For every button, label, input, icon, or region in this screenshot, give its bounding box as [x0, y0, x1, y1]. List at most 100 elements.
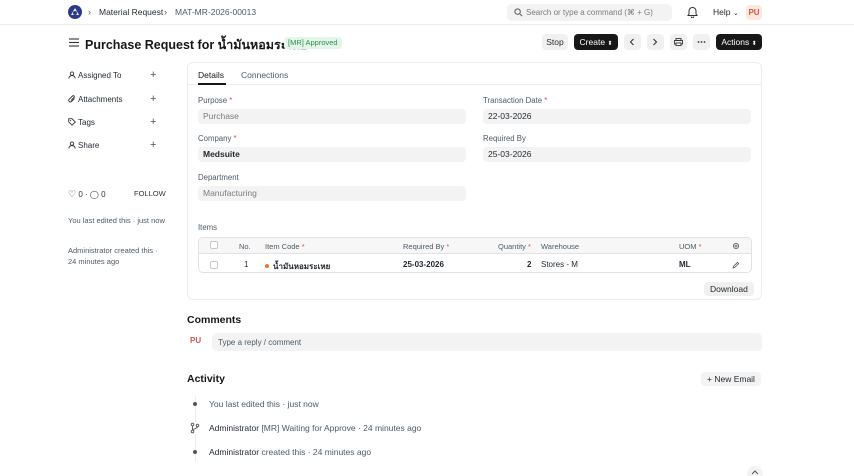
- gear-icon[interactable]: [732, 242, 740, 250]
- department-label: Department: [198, 173, 239, 182]
- chevron-down-icon: ⌄: [732, 10, 739, 17]
- column-warehouse: Warehouse: [541, 242, 580, 251]
- column-item-code-text: Item Code: [265, 242, 300, 251]
- top-navbar: › Material Request › MAT-MR-2026-00013 S…: [0, 0, 854, 25]
- row-checkbox[interactable]: [210, 261, 218, 269]
- actions-button[interactable]: Actions ⬍: [716, 34, 762, 50]
- help-label: Help: [713, 7, 731, 17]
- activity-text: [MR] Waiting for Approve · 24 minutes ag…: [259, 423, 422, 433]
- activity-entry: Administrator created this · 24 minutes …: [209, 447, 371, 457]
- company-field[interactable]: Medsuite: [198, 147, 466, 162]
- sidebar-item-share[interactable]: Share: [68, 141, 99, 150]
- chevron-right-icon: ›: [88, 7, 91, 17]
- sidebar-item-label: Share: [78, 141, 100, 150]
- transaction-date-field[interactable]: 22-03-2026: [483, 109, 751, 124]
- hamburger-menu-icon[interactable]: [69, 38, 79, 47]
- transaction-date-label-text: Transaction Date: [483, 96, 543, 105]
- sidebar-item-attachments[interactable]: Attachments: [68, 95, 122, 104]
- purpose-field[interactable]: Purchase: [198, 109, 466, 124]
- more-options-button[interactable]: [693, 34, 710, 50]
- share-icon: [68, 141, 76, 149]
- scroll-to-top-button[interactable]: [747, 466, 763, 476]
- activity-entry: You last edited this · just now: [209, 399, 319, 409]
- search-bar[interactable]: Search or type a command (⌘ + G): [507, 4, 672, 21]
- stop-button[interactable]: Stop: [542, 34, 568, 50]
- user-avatar[interactable]: PU: [746, 5, 762, 20]
- edit-pencil-icon[interactable]: [732, 261, 740, 269]
- company-label-text: Company: [198, 134, 232, 143]
- transaction-date-label: Transaction Date *: [483, 96, 548, 105]
- cell-item-code-text: น้ำมันหอมระเหย: [273, 262, 331, 271]
- previous-doc-button[interactable]: [624, 34, 641, 50]
- status-dot-icon: [265, 264, 269, 268]
- chevron-left-icon: [629, 38, 634, 46]
- add-attachment-icon[interactable]: +: [150, 93, 156, 105]
- breadcrumb-document-id[interactable]: MAT-MR-2026-00013: [175, 7, 256, 17]
- create-label: Create: [579, 37, 606, 47]
- app-logo-icon[interactable]: [67, 4, 83, 20]
- cell-uom[interactable]: ML: [679, 260, 691, 269]
- activity-title: Activity: [187, 373, 225, 385]
- purpose-label: Purpose *: [198, 96, 233, 105]
- search-input[interactable]: Search or type a command (⌘ + G): [526, 8, 653, 17]
- department-field[interactable]: Manufacturing: [198, 186, 466, 201]
- paperclip-icon: [68, 95, 75, 103]
- help-dropdown[interactable]: Help ⌄: [713, 7, 739, 17]
- add-tag-icon[interactable]: +: [150, 116, 156, 128]
- breadcrumb-material-request[interactable]: Material Request: [99, 7, 163, 17]
- updown-icon: ⬍: [607, 41, 613, 47]
- search-icon: [514, 8, 523, 17]
- cell-quantity[interactable]: 2: [527, 260, 531, 269]
- created-note: Administrator created this · 24 minutes …: [68, 246, 158, 266]
- print-button[interactable]: [670, 34, 687, 50]
- cell-item-code[interactable]: น้ำมันหอมระเหย: [265, 260, 331, 272]
- comment-icon[interactable]: ◯: [90, 190, 99, 199]
- column-uom-text: UOM: [679, 242, 697, 251]
- tab-connections[interactable]: Connections: [241, 70, 288, 80]
- likes-comments-counter: ♡ 0 · ◯ 0: [68, 189, 106, 199]
- activity-text: You last edited this · just now: [209, 399, 319, 409]
- tab-details[interactable]: Details: [198, 70, 224, 80]
- timeline-dot: [193, 402, 197, 406]
- select-all-checkbox[interactable]: [210, 241, 218, 249]
- comments-count: 0: [101, 190, 106, 199]
- create-button[interactable]: Create ⬍: [574, 34, 618, 50]
- download-button[interactable]: Download: [704, 282, 754, 296]
- chevron-right-icon: [653, 38, 658, 46]
- cell-required-by[interactable]: 25-03-2026: [403, 260, 444, 269]
- sidebar-item-tags[interactable]: Tags: [68, 118, 95, 127]
- activity-actor[interactable]: Administrator: [209, 423, 259, 433]
- chevron-right-icon: ›: [164, 7, 167, 17]
- add-share-icon[interactable]: +: [150, 139, 156, 151]
- sidebar-item-assigned-to[interactable]: Assigned To: [68, 71, 121, 80]
- active-tab-indicator: [198, 83, 226, 85]
- timeline-dot: [193, 450, 197, 454]
- column-no: No.: [239, 242, 251, 251]
- activity-actor[interactable]: Administrator: [209, 447, 259, 457]
- printer-icon: [674, 38, 683, 46]
- cell-warehouse[interactable]: Stores - M: [541, 260, 578, 269]
- ellipsis-icon: [697, 41, 706, 43]
- items-table-header: No. Item Code * Required By * Quantity *…: [199, 238, 751, 254]
- page-title: Purchase Request for น้ำมันหอมระเหย: [85, 38, 308, 52]
- column-required-by: Required By *: [403, 242, 450, 251]
- next-doc-button[interactable]: [647, 34, 664, 50]
- heart-icon[interactable]: ♡: [68, 189, 76, 199]
- new-email-button[interactable]: + New Email: [701, 372, 761, 386]
- tag-icon: [68, 118, 76, 126]
- activity-entry: Administrator [MR] Waiting for Approve ·…: [209, 423, 421, 433]
- status-badge: [MR] Approved: [284, 37, 342, 49]
- column-quantity-text: Quantity: [498, 242, 526, 251]
- comment-input[interactable]: Type a reply / comment: [212, 333, 762, 351]
- column-uom: UOM *: [679, 242, 702, 251]
- column-item-code: Item Code *: [265, 242, 305, 251]
- follow-button[interactable]: FOLLOW: [134, 189, 166, 198]
- sidebar-item-label: Attachments: [78, 95, 123, 104]
- add-assignee-icon[interactable]: +: [150, 69, 156, 81]
- comment-avatar: PU: [190, 336, 202, 345]
- sidebar-item-label: Tags: [78, 118, 95, 127]
- required-by-field[interactable]: 25-03-2026: [483, 147, 751, 162]
- comments-title: Comments: [187, 314, 242, 326]
- notification-bell-icon[interactable]: [687, 6, 698, 18]
- comment-placeholder: Type a reply / comment: [218, 338, 302, 347]
